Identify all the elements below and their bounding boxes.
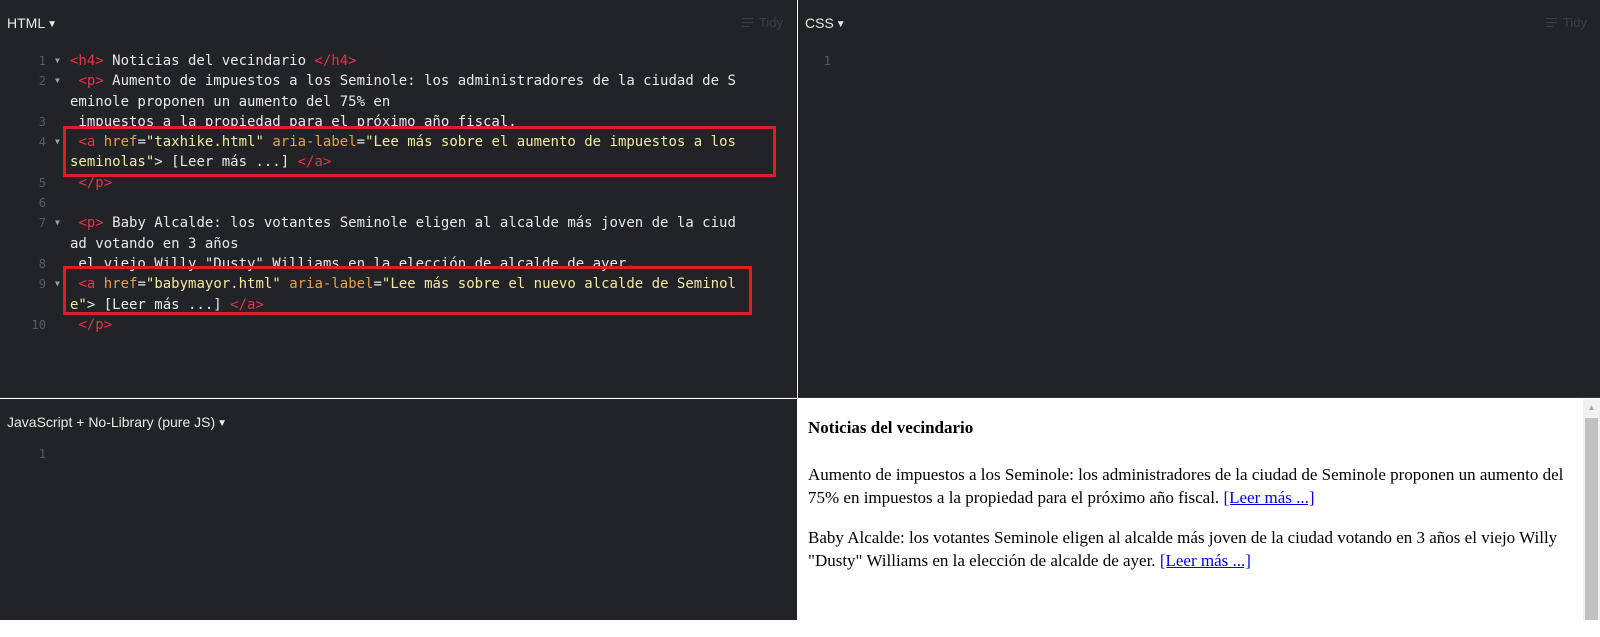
code-line: 1 [798,51,1600,71]
code-token: <p> [78,215,104,232]
css-language-dropdown[interactable]: CSS ▼ [805,15,846,31]
code-line: 1 ▼ <h4> Noticias del vecindario </h4> [0,51,796,71]
line-number: 1 [823,54,831,68]
result-preview-panel: Noticias del vecindario Aumento de impue… [798,399,1600,620]
code-token: </p> [78,174,113,191]
code-token: ad votando en 3 años [70,235,239,252]
html-language-dropdown[interactable]: HTML ▼ [7,15,57,31]
fold-arrow-icon[interactable]: ▼ [55,51,60,71]
code-text: <p> Aumento de impuestos a los Seminole:… [70,71,736,91]
result-paragraph-babymayor: Baby Alcalde: los votantes Seminole elig… [808,526,1568,572]
result-paragraph-text: Aumento de impuestos a los Seminole: los… [808,465,1564,507]
html-panel-header: HTML ▼ Tidy [0,0,796,46]
css-tidy-button[interactable]: Tidy [1545,15,1587,30]
code-token: <p> [78,73,104,90]
line-number: 6 [38,196,46,211]
code-line: 6 [0,193,796,213]
code-token: Noticias del vecindario [103,53,315,69]
line-number: 4 [38,135,46,150]
code-line: 10 </p> [0,315,796,335]
line-number: 8 [38,256,46,271]
html-editor-panel: HTML ▼ Tidy 1 ▼ <h4> Noticias del vecindari… [0,0,797,398]
caret-down-icon: ▼ [835,19,846,30]
css-code-editor[interactable]: 1 [798,51,1600,71]
code-line: eminole proponen un aumento del 75% en [0,92,796,112]
code-text: </p> [70,315,112,335]
read-more-link-babymayor[interactable]: [Leer más ...] [1160,551,1251,570]
css-panel-header: CSS ▼ Tidy [798,0,1600,46]
scroll-thumb[interactable] [1585,418,1598,620]
code-text: eminole proponen un aumento del 75% en [70,92,390,112]
line-number: 1 [38,447,46,461]
js-panel-title: JavaScript + No-Library (pure JS) [7,414,216,430]
code-line: 2 ▼ <p> Aumento de impuestos a los Semino… [0,71,796,91]
caret-down-icon: ▼ [47,19,58,30]
line-number: 5 [38,175,46,190]
code-text: <p> Baby Alcalde: los votantes Seminole … [70,213,736,233]
code-token: </p> [78,316,113,333]
code-text: <h4> Noticias del vecindario </h4> [70,51,357,71]
css-editor-panel: CSS ▼ Tidy 1 [798,0,1600,398]
js-panel-header: JavaScript + No-Library (pure JS) ▼ [0,399,797,445]
fold-arrow-icon[interactable]: ▼ [55,71,60,91]
code-token: eminole proponen un aumento del 75% en [70,93,391,110]
tidy-label: Tidy [758,15,783,30]
code-line: 7 ▼ <p> Baby Alcalde: los votantes Semino… [0,213,796,233]
code-token: <h4> [70,53,104,69]
css-panel-title: CSS [805,15,834,31]
fold-arrow-icon[interactable]: ▼ [55,213,60,233]
code-line: ad votando en 3 años [0,234,796,254]
js-code-editor[interactable]: 1 [0,444,797,464]
line-number: 7 [38,216,46,231]
line-number: 1 [38,54,46,68]
code-token: Aumento de impuestos a los Seminole: los… [103,73,736,90]
line-number: 2 [38,74,46,89]
result-paragraph-taxhike: Aumento de impuestos a los Seminole: los… [808,463,1568,509]
js-language-dropdown[interactable]: JavaScript + No-Library (pure JS) ▼ [7,414,227,430]
fold-arrow-icon[interactable]: ▼ [55,274,60,294]
tidy-icon [741,18,753,27]
html-tidy-button[interactable]: Tidy [741,15,783,30]
line-number: 9 [38,277,46,292]
highlight-box-babymayor-link [63,266,752,315]
code-token: </h4> [314,53,357,69]
result-scrollbar[interactable]: ▲ [1583,399,1600,620]
line-number: 10 [31,317,46,332]
html-panel-title: HTML [7,15,46,31]
tidy-icon [1545,18,1557,27]
caret-down-icon: ▼ [217,418,228,429]
code-text: ad votando en 3 años [70,234,239,254]
result-heading: Noticias del vecindario [808,418,974,437]
fold-arrow-icon[interactable]: ▼ [55,132,60,152]
scroll-up-arrow-icon[interactable]: ▲ [1583,399,1600,416]
line-number: 3 [38,114,46,129]
code-token: Baby Alcalde: los votantes Seminole elig… [103,215,736,232]
tidy-label: Tidy [1562,15,1587,30]
js-editor-panel: JavaScript + No-Library (pure JS) ▼ 1 [0,399,797,620]
code-line: 1 [0,444,797,464]
highlight-box-taxhike-link [63,126,776,177]
read-more-link-taxhike[interactable]: [Leer más ...] [1223,488,1314,507]
